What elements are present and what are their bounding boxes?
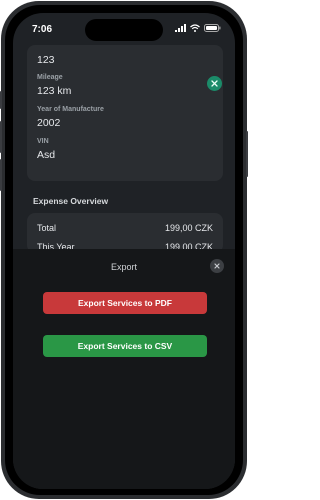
battery-icon bbox=[204, 24, 221, 32]
status-time: 7:06 bbox=[32, 24, 53, 35]
export-sheet-title: Export bbox=[110, 262, 137, 272]
export-csv-button[interactable]: Export Services to CSV bbox=[43, 335, 207, 357]
vin-label: VIN bbox=[37, 138, 49, 145]
mute-switch bbox=[0, 91, 2, 109]
year-of-manufacture-label: Year of Manufacture bbox=[37, 106, 104, 113]
export-sheet-close-button[interactable] bbox=[210, 259, 224, 273]
mileage-value: 123 km bbox=[37, 85, 72, 97]
remove-button[interactable] bbox=[207, 76, 222, 91]
expense-row-amount: 199,00 CZK bbox=[164, 223, 213, 233]
power-button bbox=[246, 131, 248, 177]
mileage-label: Mileage bbox=[37, 74, 63, 81]
dynamic-island bbox=[85, 19, 163, 41]
volume-up-button bbox=[0, 121, 2, 153]
vehicle-top-value: 123 bbox=[37, 54, 55, 66]
status-icons bbox=[175, 24, 221, 32]
export-sheet: Export Export Services to PDF Export Ser… bbox=[13, 249, 235, 489]
expense-overview-card: Total 199,00 CZK This Year 199,00 CZK bbox=[27, 213, 223, 253]
volume-down-button bbox=[0, 159, 2, 191]
status-bar: 7:06 bbox=[13, 13, 235, 43]
expense-row-label: Total bbox=[37, 223, 57, 233]
expense-row-total: Total 199,00 CZK bbox=[37, 223, 213, 233]
expense-overview-title: Expense Overview bbox=[33, 196, 109, 206]
vin-value: Asd bbox=[37, 149, 56, 161]
close-icon bbox=[211, 80, 218, 87]
year-of-manufacture-value: 2002 bbox=[37, 117, 61, 129]
cellular-signal-icon bbox=[175, 24, 186, 32]
wifi-icon bbox=[190, 24, 200, 32]
export-pdf-button[interactable]: Export Services to PDF bbox=[43, 292, 207, 314]
vehicle-details-card: 123 Mileage 123 km Year of Manufacture 2… bbox=[27, 45, 223, 181]
close-icon bbox=[214, 263, 220, 269]
screen: 7:06 123 Mileage 123 km Year of Manufact… bbox=[13, 13, 235, 489]
